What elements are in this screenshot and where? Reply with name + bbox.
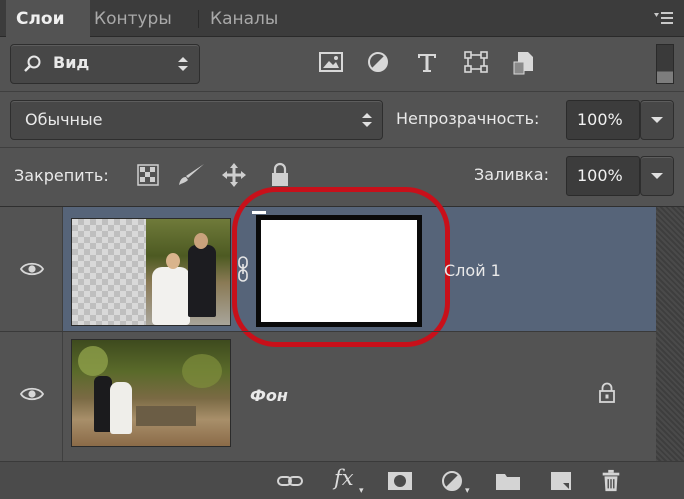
delete-layer-icon[interactable] (600, 469, 622, 493)
lock-label: Закрепить: (14, 166, 109, 185)
add-mask-icon[interactable] (386, 469, 414, 493)
lock-transparent-pixels-icon[interactable] (137, 164, 159, 186)
smart-object-filter-icon[interactable] (512, 50, 536, 76)
layer-row-sloy-1[interactable]: Слой 1 (0, 187, 656, 347)
tab-layers[interactable]: Слои (6, 0, 90, 37)
tab-channels[interactable]: Каналы (200, 0, 288, 36)
adjustment-filter-icon[interactable] (366, 50, 390, 74)
fill-label: Заливка: (474, 165, 549, 184)
layer-name[interactable]: Слой 1 (444, 261, 501, 280)
chevron-down-icon (651, 117, 663, 123)
type-filter-icon[interactable] (415, 50, 439, 74)
shape-filter-icon[interactable] (463, 50, 489, 74)
lock-position-icon[interactable] (221, 162, 247, 188)
chevron-down-icon (651, 173, 663, 179)
highlight-ring (232, 187, 450, 347)
layer-row-fon[interactable]: Фон (0, 332, 656, 461)
fill-value: 100% (577, 166, 623, 185)
visibility-cell[interactable] (0, 207, 63, 331)
eye-icon[interactable] (20, 386, 44, 402)
select-arrows-icon (362, 113, 372, 127)
link-layers-icon[interactable] (276, 469, 304, 493)
opacity-input[interactable]: 100% (566, 100, 640, 140)
fill-input[interactable]: 100% (566, 156, 640, 196)
tab-paths[interactable]: Контуры (84, 0, 182, 36)
blend-mode-select[interactable]: Обычные (10, 100, 383, 140)
opacity-dropdown-button[interactable] (640, 100, 674, 140)
adjustment-layer-icon[interactable] (440, 469, 464, 493)
new-group-icon[interactable] (494, 469, 522, 493)
lock-all-icon[interactable] (270, 162, 290, 188)
blend-mode-label: Обычные (25, 110, 103, 129)
panel-tab-bar: Слои Контуры Каналы (0, 0, 684, 37)
select-arrows-icon (178, 57, 188, 71)
eye-icon[interactable] (20, 261, 44, 277)
layer-thumbnail[interactable] (71, 339, 231, 447)
layers-scrollbar[interactable] (656, 207, 684, 461)
panel-menu-icon[interactable] (652, 9, 674, 27)
opacity-label: Непрозрачность: (396, 109, 540, 128)
opacity-value: 100% (577, 110, 623, 129)
image-filter-icon[interactable] (318, 50, 344, 74)
lock-image-pixels-icon[interactable] (176, 162, 206, 188)
layer-thumbnail[interactable] (71, 218, 231, 326)
layer-locked-icon[interactable] (598, 382, 616, 404)
filter-toggle-switch[interactable] (656, 44, 674, 84)
new-layer-icon[interactable] (548, 469, 574, 493)
search-icon (24, 55, 41, 72)
layer-filter-select[interactable]: Вид (10, 44, 200, 84)
visibility-cell[interactable] (0, 332, 63, 461)
fx-icon[interactable]: fx (334, 466, 354, 490)
layer-name[interactable]: Фон (250, 386, 288, 405)
fill-dropdown-button[interactable] (640, 156, 674, 196)
layers-bottom-toolbar: fx ▾ ▾ (0, 461, 684, 499)
filter-kind-label: Вид (53, 53, 90, 72)
